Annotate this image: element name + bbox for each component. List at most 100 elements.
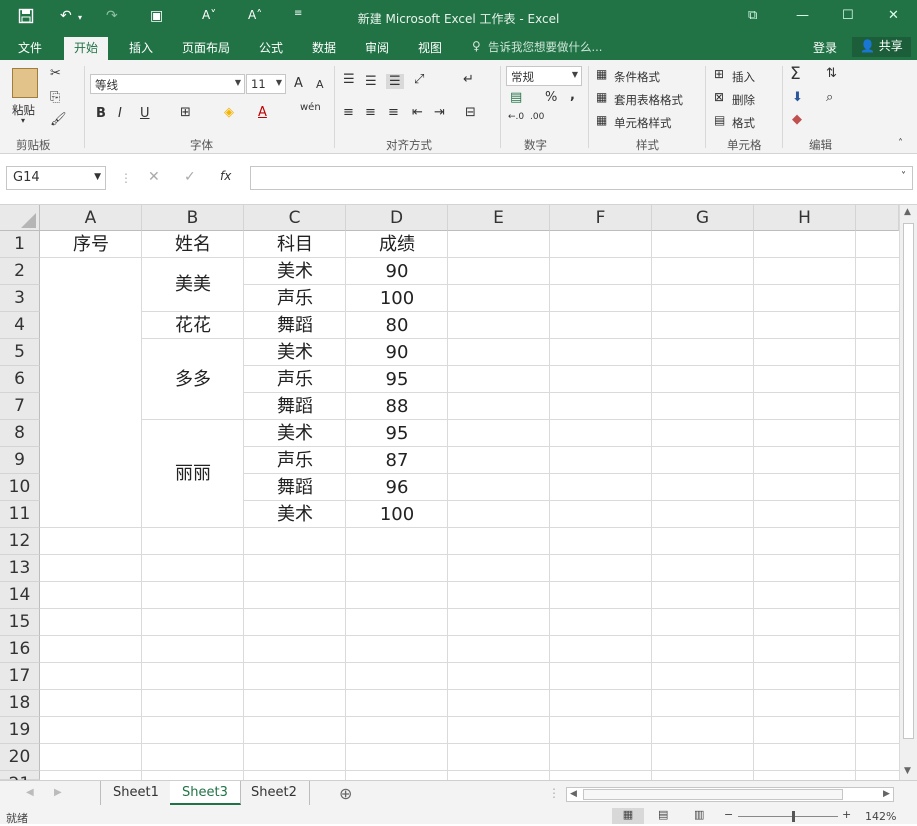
cell-b2[interactable]: 美美	[142, 258, 244, 312]
row-header-13[interactable]: 13	[0, 555, 40, 582]
collapse-ribbon-icon[interactable]: ˄	[898, 138, 903, 149]
zoom-level[interactable]: 142%	[865, 810, 896, 823]
underline-button[interactable]: U	[140, 106, 150, 121]
cell-d1[interactable]: 成绩	[346, 231, 448, 258]
cell-d8[interactable]: 95	[346, 420, 448, 447]
scroll-down-icon[interactable]: ▼	[904, 766, 911, 776]
row-header-2[interactable]: 2	[0, 258, 40, 285]
insert-function-button[interactable]: fx	[220, 169, 231, 183]
comma-button[interactable]: ,	[570, 88, 575, 103]
close-icon[interactable]: ✕	[888, 8, 899, 23]
shrink-font-icon[interactable]: A	[316, 78, 324, 91]
vertical-scrollbar[interactable]: ▲ ▼	[899, 205, 917, 780]
border-icon[interactable]: ⊞	[180, 105, 191, 120]
cell-c2[interactable]: 美术	[244, 258, 346, 285]
decrease-indent-icon[interactable]: ⇤	[412, 105, 423, 120]
find-icon[interactable]: ⌕	[826, 90, 833, 105]
row-header-5[interactable]: 5	[0, 339, 40, 366]
ribbon-display-icon[interactable]: ⧉	[748, 8, 757, 23]
copy-icon[interactable]: ⎘	[50, 90, 60, 105]
column-header-h[interactable]: H	[754, 205, 856, 231]
row-header-3[interactable]: 3	[0, 285, 40, 312]
cell-c7[interactable]: 舞蹈	[244, 393, 346, 420]
maximize-icon[interactable]: ☐	[842, 8, 854, 23]
fill-color-icon[interactable]: ◈	[224, 105, 234, 120]
zoom-in-icon[interactable]: +	[842, 808, 851, 821]
row-header-17[interactable]: 17	[0, 663, 40, 690]
align-top-icon[interactable]: ☰	[343, 72, 355, 87]
column-header-f[interactable]: F	[550, 205, 652, 231]
merge-center-icon[interactable]: ⊟	[465, 105, 476, 120]
tab-data[interactable]: 数据	[312, 39, 336, 56]
tab-insert[interactable]: 插入	[129, 39, 153, 56]
cell-d6[interactable]: 95	[346, 366, 448, 393]
column-header-c[interactable]: C	[244, 205, 346, 231]
tab-view[interactable]: 视图	[418, 39, 442, 56]
sheet-tab-sheet2[interactable]: Sheet2	[239, 781, 310, 805]
enter-icon[interactable]: ✓	[184, 169, 196, 185]
column-header-g[interactable]: G	[652, 205, 754, 231]
number-format-select[interactable]: 常规 ▼	[506, 66, 582, 86]
row-header-16[interactable]: 16	[0, 636, 40, 663]
format-painter-icon[interactable]: 🖌	[50, 112, 67, 127]
row-header-4[interactable]: 4	[0, 312, 40, 339]
add-sheet-icon[interactable]: ⊕	[339, 784, 352, 803]
zoom-slider[interactable]	[738, 816, 838, 817]
row-header-21[interactable]: 21	[0, 771, 40, 794]
currency-icon[interactable]: ▤	[510, 90, 522, 105]
cell-d11[interactable]: 100	[346, 501, 448, 528]
cell-c9[interactable]: 声乐	[244, 447, 346, 474]
percent-button[interactable]: %	[545, 90, 557, 105]
cell-c8[interactable]: 美术	[244, 420, 346, 447]
tell-me-input[interactable]: 告诉我您想要做什么...	[488, 39, 602, 55]
column-header-a[interactable]: A	[40, 205, 142, 231]
cell-d2[interactable]: 90	[346, 258, 448, 285]
row-header-12[interactable]: 12	[0, 528, 40, 555]
align-middle-icon[interactable]: ☰	[365, 74, 377, 89]
share-button[interactable]: 👤 共享	[852, 37, 911, 57]
cell-d7[interactable]: 88	[346, 393, 448, 420]
cell-c6[interactable]: 声乐	[244, 366, 346, 393]
font-name-select[interactable]: 等线 ▼	[90, 74, 245, 94]
scroll-thumb[interactable]	[583, 789, 843, 800]
cell-b1[interactable]: 姓名	[142, 231, 244, 258]
cell-d10[interactable]: 96	[346, 474, 448, 501]
scroll-left-icon[interactable]: ◀	[26, 787, 34, 798]
autosum-button[interactable]: Σ	[790, 64, 801, 84]
sheet-tab-sheet1[interactable]: Sheet1	[101, 781, 172, 805]
page-layout-view-icon[interactable]: ▤	[658, 808, 668, 821]
cancel-icon[interactable]: ✕	[148, 169, 160, 185]
cell-d9[interactable]: 87	[346, 447, 448, 474]
column-header-e[interactable]: E	[448, 205, 550, 231]
grow-font-icon[interactable]: A	[294, 76, 303, 91]
align-left-icon[interactable]: ≡	[343, 105, 354, 120]
align-bottom-icon[interactable]: ☰	[386, 74, 404, 89]
row-header-19[interactable]: 19	[0, 717, 40, 744]
spreadsheet-grid[interactable]: ABCDEFGH 1 2 3 4 5 6 7 8 9 10 11 12 13 14 15 16 17 18 19 20…	[0, 205, 917, 794]
font-size-select[interactable]: 11 ▼	[246, 74, 286, 94]
column-header-b[interactable]: B	[142, 205, 244, 231]
cell-d5[interactable]: 90	[346, 339, 448, 366]
normal-view-icon[interactable]: ▦	[612, 808, 644, 824]
tab-page-layout[interactable]: 页面布局	[182, 39, 230, 56]
cell-b4[interactable]: 花花	[142, 312, 244, 339]
clear-icon[interactable]: ◆	[792, 112, 802, 127]
font-color-icon[interactable]: A	[258, 105, 267, 120]
column-header-d[interactable]: D	[346, 205, 448, 231]
cell-a1[interactable]: 序号	[40, 231, 142, 258]
orientation-icon[interactable]: ⤢	[414, 72, 424, 87]
row-header-10[interactable]: 10	[0, 474, 40, 501]
increase-indent-icon[interactable]: ⇥	[434, 105, 445, 120]
scroll-right-icon[interactable]: ▶	[54, 787, 62, 798]
fill-icon[interactable]: ⬇	[792, 90, 803, 105]
row-header-20[interactable]: 20	[0, 744, 40, 771]
align-right-icon[interactable]: ≡	[388, 105, 399, 120]
zoom-slider-thumb[interactable]	[792, 811, 795, 822]
sheet-tab-sheet3[interactable]: Sheet3	[170, 781, 241, 805]
cell-c10[interactable]: 舞蹈	[244, 474, 346, 501]
cell-c5[interactable]: 美术	[244, 339, 346, 366]
phonetic-icon[interactable]: wén	[300, 102, 321, 113]
cell-d3[interactable]: 100	[346, 285, 448, 312]
wrap-text-icon[interactable]: ↵	[463, 72, 474, 87]
cut-icon[interactable]: ✂	[50, 66, 61, 81]
